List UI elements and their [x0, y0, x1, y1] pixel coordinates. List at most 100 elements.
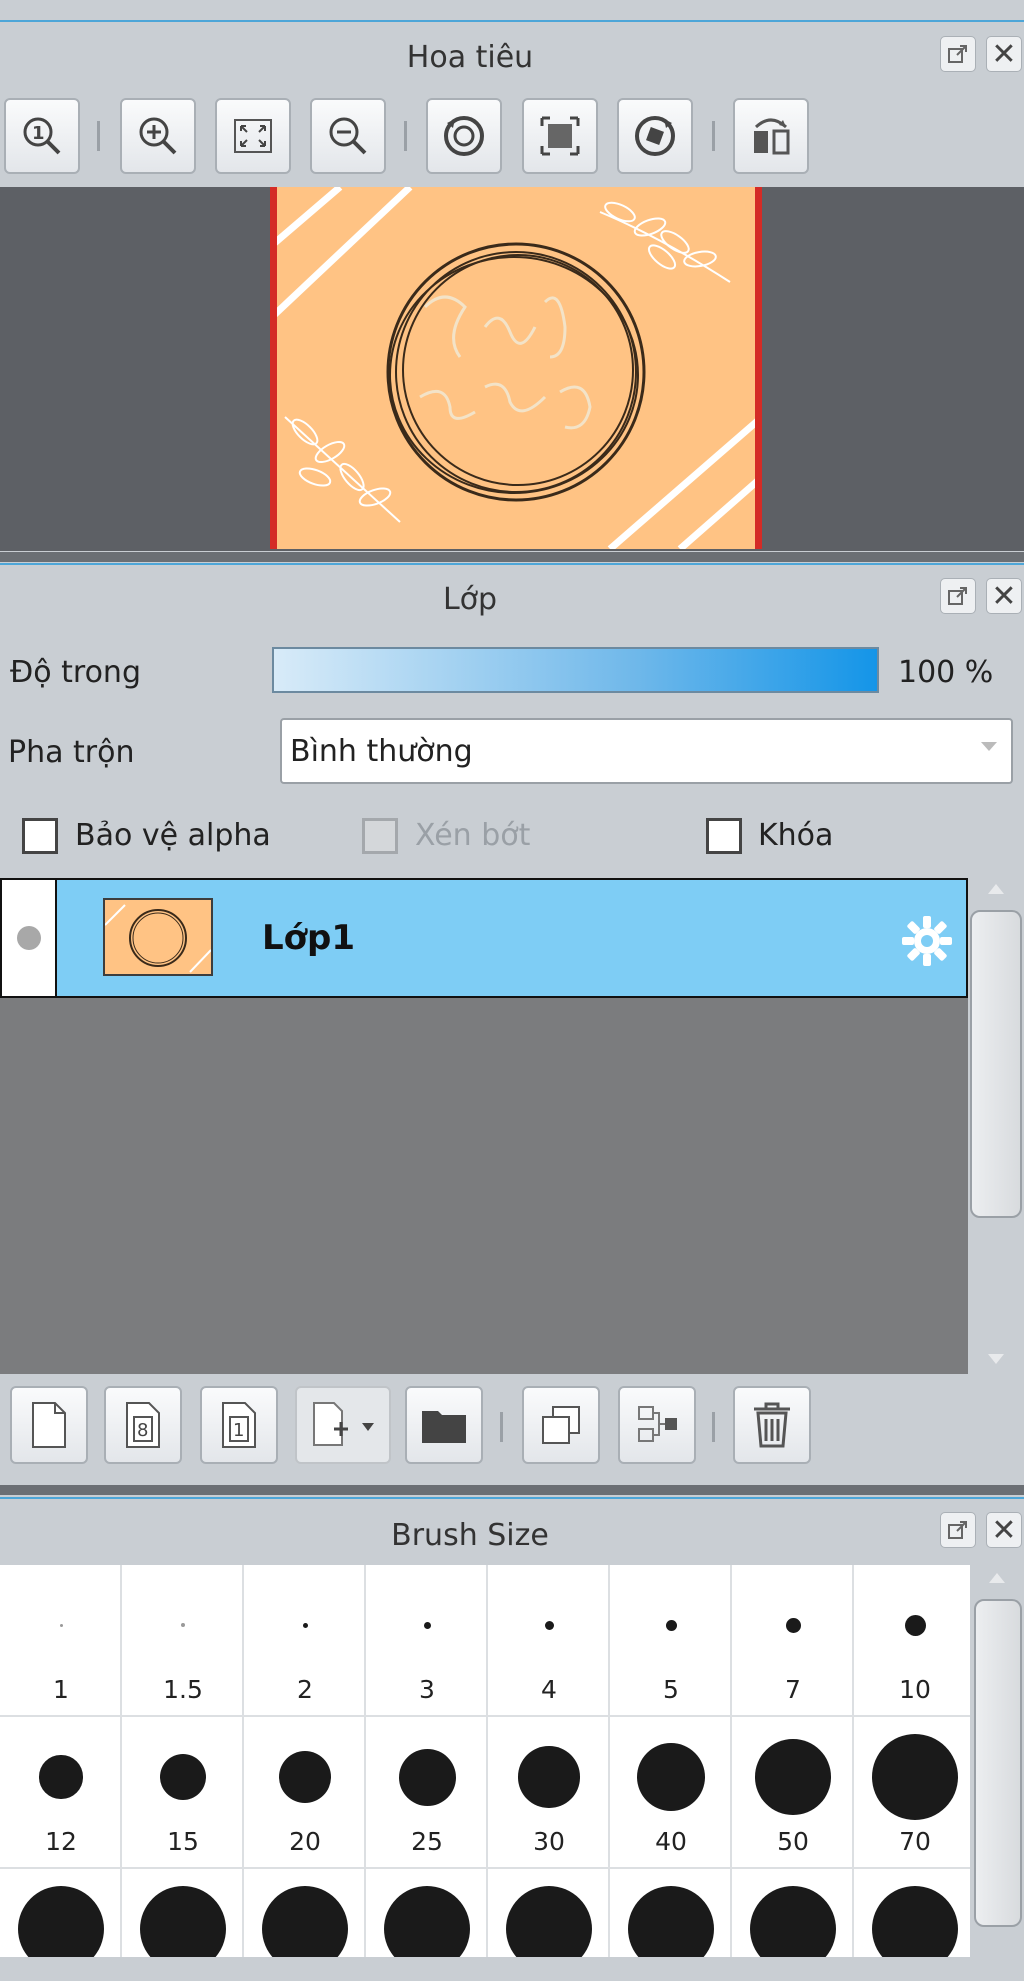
brush-size-dot	[181, 1623, 185, 1627]
brush-size-cell[interactable]: 4	[488, 1565, 610, 1717]
brush-size-dot	[636, 1742, 706, 1812]
layer-scrollbar[interactable]	[968, 878, 1024, 1374]
brush-size-dot	[750, 1886, 836, 1957]
close-icon[interactable]: ✕	[986, 36, 1022, 72]
protect-alpha-checkbox[interactable]	[22, 818, 58, 854]
brush-size-cell[interactable]: 30	[488, 1717, 610, 1869]
brush-size-cell[interactable]	[854, 1869, 970, 1957]
brush-size-cell[interactable]: 1	[0, 1565, 122, 1717]
brush-size-cell[interactable]	[0, 1869, 122, 1957]
brush-size-dot	[39, 1755, 83, 1799]
navigator-toolbar: 1	[0, 96, 1024, 186]
brush-size-cell[interactable]	[732, 1869, 854, 1957]
brush-size-cell[interactable]: 40	[610, 1717, 732, 1869]
brush-size-cell[interactable]: 2	[244, 1565, 366, 1717]
new-8bit-layer-icon[interactable]: 8	[104, 1386, 182, 1464]
close-icon[interactable]: ✕	[986, 1512, 1022, 1548]
brush-size-cell[interactable]: 15	[122, 1717, 244, 1869]
canvas-frame-left	[270, 187, 277, 549]
layer-scrollbar-thumb[interactable]	[970, 910, 1022, 1218]
brush-size-label: 1.5	[163, 1675, 203, 1704]
brush-size-cell[interactable]: 5	[610, 1565, 732, 1717]
layer-visibility-toggle[interactable]	[0, 878, 57, 998]
brush-size-dot	[18, 1886, 104, 1957]
brush-size-cell[interactable]	[488, 1869, 610, 1957]
layer-toolbar: 8 1	[0, 1374, 1024, 1474]
brush-size-cell[interactable]	[610, 1869, 732, 1957]
scroll-down-icon[interactable]	[988, 1354, 1004, 1366]
rotate-right-icon[interactable]	[617, 98, 693, 174]
brush-size-cell[interactable]: 50	[732, 1717, 854, 1869]
blend-label: Pha trộn	[8, 735, 135, 770]
zoom-actual-icon[interactable]: 1	[4, 98, 80, 174]
zoom-in-icon[interactable]	[120, 98, 196, 174]
opacity-label: Độ trong	[10, 655, 141, 690]
brush-size-cell[interactable]: 20	[244, 1717, 366, 1869]
new-layer-icon[interactable]	[10, 1386, 88, 1464]
detach-icon[interactable]	[940, 1512, 976, 1548]
brush-size-cell[interactable]	[122, 1869, 244, 1957]
brush-size-cell[interactable]: 10	[854, 1565, 970, 1717]
fit-screen-icon[interactable]	[215, 98, 291, 174]
add-layer-menu-icon[interactable]	[295, 1386, 391, 1464]
blend-mode-value: Bình thường	[290, 734, 473, 769]
navigator-title: Hoa tiêu	[406, 40, 534, 75]
blend-mode-select[interactable]: Bình thường	[280, 718, 1013, 784]
brush-size-cell[interactable]	[366, 1869, 488, 1957]
brush-size-cell[interactable]	[244, 1869, 366, 1957]
brush-size-dot	[872, 1734, 958, 1820]
canvas-preview[interactable]	[270, 187, 762, 549]
brush-size-dot	[302, 1622, 308, 1628]
brush-size-label: 15	[167, 1827, 199, 1856]
duplicate-layer-icon[interactable]	[522, 1386, 600, 1464]
protect-alpha-label: Bảo vệ alpha	[75, 818, 271, 853]
lock-label: Khóa	[758, 818, 834, 853]
brush-scrollbar-thumb[interactable]	[974, 1599, 1022, 1927]
brush-size-dot	[278, 1750, 332, 1804]
canvas-frame-right	[755, 187, 762, 549]
brush-size-label: 30	[533, 1827, 565, 1856]
folder-icon[interactable]	[405, 1386, 483, 1464]
opacity-slider[interactable]	[272, 647, 879, 693]
svg-text:1: 1	[233, 1420, 244, 1441]
rotate-left-icon[interactable]	[426, 98, 502, 174]
brush-size-cell[interactable]: 1.5	[122, 1565, 244, 1717]
brush-size-label: 40	[655, 1827, 687, 1856]
brush-scrollbar[interactable]	[970, 1565, 1024, 1957]
scroll-up-icon[interactable]	[988, 882, 1004, 894]
detach-icon[interactable]	[940, 36, 976, 72]
brush-size-dot	[423, 1621, 431, 1629]
merge-down-icon[interactable]	[618, 1386, 696, 1464]
brush-size-grid: 1 1.5 2 3 4 5 7 10 12 15 20 25 30 40 50 70	[0, 1565, 970, 1957]
panel-bottom	[0, 1957, 1024, 1981]
brush-size-dot	[628, 1886, 714, 1957]
gear-icon[interactable]	[900, 914, 954, 968]
flip-horizontal-icon[interactable]	[733, 98, 809, 174]
toolbar-separator	[712, 1412, 715, 1442]
zoom-out-icon[interactable]	[310, 98, 386, 174]
svg-text:8: 8	[137, 1420, 148, 1441]
close-icon[interactable]: ✕	[986, 578, 1022, 614]
opacity-value: 100 %	[898, 655, 994, 690]
brush-size-cell[interactable]: 3	[366, 1565, 488, 1717]
panel-top-border	[0, 1497, 1024, 1499]
detach-icon[interactable]	[940, 578, 976, 614]
layers-title: Lớp	[442, 582, 498, 617]
clipping-label: Xén bớt	[415, 818, 531, 853]
reset-view-icon[interactable]	[522, 98, 598, 174]
clipping-checkbox[interactable]	[362, 818, 398, 854]
new-1bit-layer-icon[interactable]: 1	[200, 1386, 278, 1464]
panel-divider	[0, 1485, 1024, 1495]
brush-size-cell[interactable]: 25	[366, 1717, 488, 1869]
brush-size-cell[interactable]: 7	[732, 1565, 854, 1717]
lock-checkbox[interactable]	[706, 818, 742, 854]
brush-size-cell[interactable]: 12	[0, 1717, 122, 1869]
chevron-down-icon	[981, 742, 997, 752]
scroll-up-icon[interactable]	[989, 1571, 1005, 1583]
brush-size-dot	[398, 1748, 456, 1806]
panel-top-border	[0, 20, 1024, 22]
brush-size-cell[interactable]: 70	[854, 1717, 970, 1869]
canvas-artwork	[270, 187, 762, 549]
toolbar-separator	[404, 121, 407, 151]
trash-icon[interactable]	[733, 1386, 811, 1464]
